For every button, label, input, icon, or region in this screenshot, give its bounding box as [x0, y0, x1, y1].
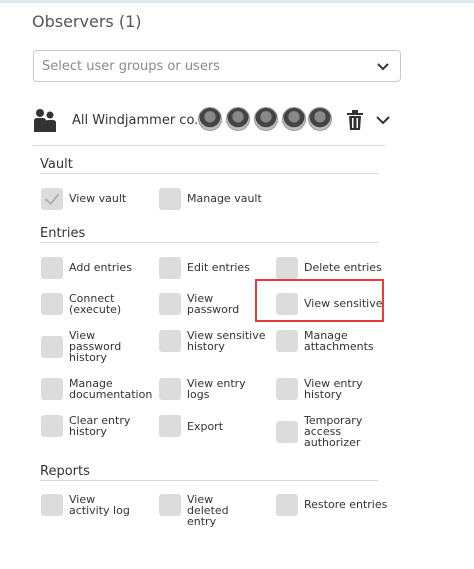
avatar — [308, 107, 332, 131]
section-divider — [40, 480, 378, 481]
permission-manage-attachments[interactable]: Manage attachments — [276, 330, 388, 374]
checkbox[interactable] — [276, 330, 298, 352]
permission-temporary-access-authorizer[interactable]: Temporary access authorizer — [276, 415, 388, 459]
highlight-box — [255, 279, 384, 322]
permission-label: Edit entries — [187, 261, 250, 274]
permission-label: View activity log — [69, 493, 130, 517]
checkbox[interactable] — [276, 378, 298, 400]
section-title-vault: Vault — [40, 157, 73, 172]
permission-label: View deleted entry — [187, 493, 229, 528]
checkbox[interactable] — [41, 494, 63, 516]
avatar — [282, 107, 306, 131]
checkbox[interactable] — [41, 257, 63, 279]
checkbox[interactable] — [276, 257, 298, 279]
checkbox[interactable] — [159, 293, 181, 315]
checkbox[interactable] — [276, 421, 298, 443]
group-divider — [33, 145, 385, 146]
permission-label: View password — [187, 292, 240, 316]
checkbox[interactable] — [159, 494, 181, 516]
avatar — [198, 107, 222, 131]
checkbox[interactable] — [41, 415, 63, 437]
permission-export[interactable]: Export — [159, 415, 271, 459]
checkbox[interactable] — [159, 330, 181, 352]
permission-label: View sensitive history — [187, 329, 266, 353]
checkbox[interactable] — [159, 188, 181, 210]
checkbox[interactable] — [159, 415, 181, 437]
checkbox[interactable] — [159, 257, 181, 279]
chevron-down-icon — [377, 63, 389, 71]
permission-label: Temporary access authorizer — [304, 414, 363, 449]
permission-view-activity-log[interactable]: View activity log — [41, 494, 153, 538]
group-name: All Windjammer co. — [72, 113, 199, 128]
top-border — [0, 0, 474, 3]
permission-restore-entries[interactable]: Restore entries — [276, 494, 388, 538]
trash-icon[interactable] — [346, 110, 364, 130]
checkbox[interactable] — [41, 378, 63, 400]
permission-label: Manage documentation — [69, 377, 153, 401]
permission-label: View entry history — [304, 377, 363, 401]
chevron-down-icon[interactable] — [375, 112, 391, 128]
panel-title: Observers (1) — [32, 12, 142, 31]
checkbox[interactable] — [276, 494, 298, 516]
select-placeholder: Select user groups or users — [42, 59, 220, 74]
user-group-select[interactable]: Select user groups or users — [33, 50, 401, 82]
observer-group-row: All Windjammer co. — [33, 104, 393, 140]
permission-label: Restore entries — [304, 498, 388, 511]
permission-label: Delete entries — [304, 261, 382, 274]
section-title-entries: Entries — [40, 226, 86, 241]
checkbox[interactable] — [41, 188, 63, 210]
permission-label: Connect (execute) — [69, 292, 122, 316]
permission-label: View entry logs — [187, 377, 246, 401]
permission-label: Add entries — [69, 261, 132, 274]
permission-view-sensitive-history[interactable]: View sensitive history — [159, 330, 271, 374]
permission-clear-entry-history[interactable]: Clear entry history — [41, 415, 153, 459]
permission-label: View vault — [69, 192, 127, 205]
permission-label: Manage vault — [187, 192, 262, 205]
permission-label: Export — [187, 420, 224, 433]
avatar — [254, 107, 278, 131]
section-divider — [40, 242, 378, 243]
checkbox[interactable] — [159, 378, 181, 400]
section-title-reports: Reports — [40, 464, 90, 479]
avatar — [226, 107, 250, 131]
permission-label: Clear entry history — [69, 414, 131, 438]
checkbox[interactable] — [41, 293, 63, 315]
permission-manage-vault[interactable]: Manage vault — [159, 188, 271, 232]
section-divider — [40, 173, 378, 174]
permission-view-password-history[interactable]: View password history — [41, 330, 153, 374]
permission-view-deleted-entry[interactable]: View deleted entry — [159, 494, 271, 538]
users-group-icon — [34, 109, 56, 132]
checkbox[interactable] — [41, 336, 63, 358]
permission-label: Manage attachments — [304, 329, 374, 353]
permission-label: View password history — [69, 329, 122, 364]
